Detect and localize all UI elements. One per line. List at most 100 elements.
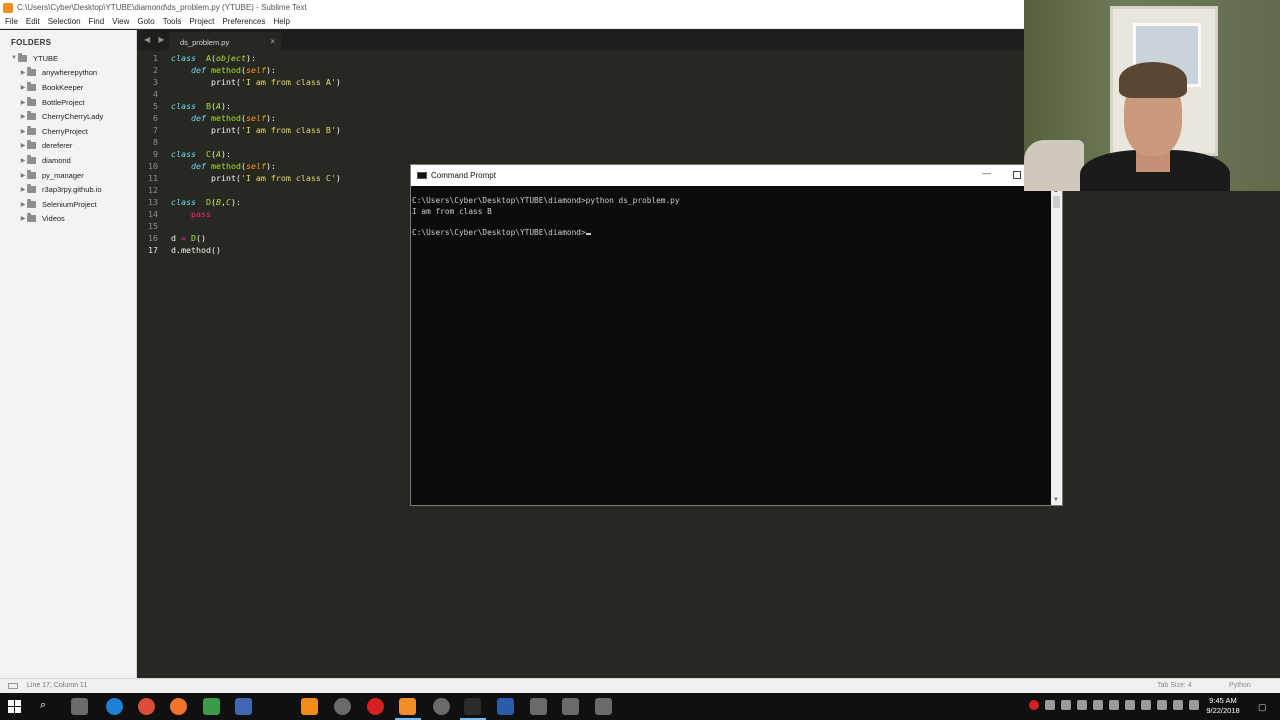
collapsed-arrow-icon[interactable]: ▶ [19,157,27,164]
tree-item[interactable]: ▶ py_manager [0,168,136,183]
green-app-icon[interactable] [203,698,220,715]
tree-item[interactable]: ▶ Videos [0,212,136,227]
code-line[interactable]: 15 [137,220,171,232]
tray-icon[interactable] [1077,700,1087,710]
code-line[interactable]: 3 print('I am from class A') [137,76,341,88]
edge-icon[interactable] [106,698,123,715]
menu-tools[interactable]: Tools [163,17,182,26]
collapsed-arrow-icon[interactable]: ▶ [19,69,27,76]
red-record-icon[interactable] [367,698,384,715]
collapsed-arrow-icon[interactable]: ▶ [19,142,27,149]
vlc-icon[interactable] [301,698,318,715]
tray-icon[interactable] [1061,700,1071,710]
tray-icon[interactable] [1157,700,1167,710]
code-line[interactable]: 12 [137,184,171,196]
code-line[interactable]: 11 print('I am from class C') [137,172,341,184]
syntax-label[interactable]: Python [1229,682,1251,689]
menu-help[interactable]: Help [273,17,289,26]
chrome-icon[interactable] [138,698,155,715]
tree-root-ytube[interactable]: ▼ YTUBE [0,51,136,66]
app-arc-icon[interactable] [562,698,579,715]
code-line[interactable]: 8 [137,136,171,148]
tray-icon[interactable] [1141,700,1151,710]
tree-item[interactable]: ▶ dereferer [0,139,136,154]
windows-start-icon[interactable] [8,700,22,714]
code-line[interactable]: 14 pass [137,208,211,220]
collapsed-arrow-icon[interactable]: ▶ [19,113,27,120]
code-line[interactable]: 1 class A(object): [137,52,256,64]
minimize-icon[interactable]: — [982,168,991,178]
scroll-down-icon[interactable]: ▼ [1053,497,1059,503]
search-icon[interactable]: ⌕ [40,699,46,712]
tray-icon[interactable] [1125,700,1135,710]
blue-app-icon[interactable] [235,698,252,715]
expand-arrow-icon[interactable]: ▼ [10,55,18,61]
sublime-icon[interactable] [399,698,416,715]
cmd-icon[interactable] [464,698,481,715]
code-line[interactable]: 6 def method(self): [137,112,276,124]
code-line[interactable]: 2 def method(self): [137,64,276,76]
close-icon[interactable]: × [270,37,275,46]
task-view-icon[interactable] [71,698,88,715]
collapsed-arrow-icon[interactable]: ▶ [19,84,27,91]
tray-icon[interactable] [1173,700,1183,710]
tray-icon[interactable] [1093,700,1103,710]
collapsed-arrow-icon[interactable]: ▶ [19,172,27,179]
tray-icon[interactable] [1045,700,1055,710]
tree-item[interactable]: ▶ SeleniumProject [0,197,136,212]
app-globe-icon[interactable] [433,698,450,715]
db-icon[interactable] [530,698,547,715]
notifications-icon[interactable]: ▢ [1258,702,1267,713]
status-bar: Line 17, Column 11 Tab Size: 4 Python [0,678,1280,693]
tree-item[interactable]: ▶ BookKeeper [0,80,136,95]
tree-item[interactable]: ▶ BottleProject [0,95,136,110]
menu-project[interactable]: Project [189,17,214,26]
system-clock[interactable]: 9:45 AM 9/22/2018 [1199,696,1247,716]
code-line[interactable]: 10 def method(self): [137,160,276,172]
collapsed-arrow-icon[interactable]: ▶ [19,215,27,222]
code-line[interactable]: 7 print('I am from class B') [137,124,341,136]
line-number: 5 [153,101,158,111]
tray-icon[interactable] [1029,700,1039,710]
menu-goto[interactable]: Goto [137,17,154,26]
menu-selection[interactable]: Selection [48,17,81,26]
tray-icon[interactable] [1109,700,1119,710]
cmd-scrollbar[interactable]: ▲ ▼ [1051,186,1062,505]
powershell-icon[interactable] [497,698,514,715]
tab-nav-arrows-icon[interactable]: ◀ ▶ [144,35,168,44]
menu-preferences[interactable]: Preferences [222,17,265,26]
panel-toggle-icon[interactable] [8,683,18,689]
collapsed-arrow-icon[interactable]: ▶ [19,201,27,208]
menu-edit[interactable]: Edit [26,17,40,26]
code-line[interactable]: 4 [137,88,171,100]
collapsed-arrow-icon[interactable]: ▶ [19,99,27,106]
command-prompt-window[interactable]: Command Prompt — C:\Users\Cyber\Desktop\… [410,164,1063,506]
tree-item[interactable]: ▶ CherryProject [0,124,136,139]
tree-item[interactable]: ▶ diamond [0,153,136,168]
tree-item[interactable]: ▶ r3ap3rpy.github.io [0,182,136,197]
collapsed-arrow-icon[interactable]: ▶ [19,186,27,193]
cmd-output[interactable]: C:\Users\Cyber\Desktop\YTUBE\diamond>pyt… [411,186,1051,505]
code-line[interactable]: 5 class B(A): [137,100,231,112]
code-line[interactable]: 13 class D(B,C): [137,196,241,208]
app-bird-icon[interactable] [595,698,612,715]
menu-find[interactable]: Find [89,17,105,26]
app-circle-icon[interactable] [334,698,351,715]
code-line[interactable]: 9 class C(A): [137,148,231,160]
tree-item[interactable]: ▶ CherryCherryLady [0,109,136,124]
tab-ds-problem[interactable]: ds_problem.py × [169,32,281,51]
tree-item[interactable]: ▶ anywherepython [0,66,136,81]
scroll-thumb[interactable] [1053,196,1060,208]
collapsed-arrow-icon[interactable]: ▶ [19,128,27,135]
webcam-chair [1024,140,1084,191]
menu-view[interactable]: View [112,17,129,26]
cmd-title-bar[interactable]: Command Prompt — [411,165,1062,186]
code-line[interactable]: 16 d = D() [137,232,206,244]
tab-size[interactable]: Tab Size: 4 [1157,682,1192,689]
menu-file[interactable]: File [5,17,18,26]
firefox-icon[interactable] [170,698,187,715]
maximize-icon[interactable] [1013,171,1021,179]
code-token: pass [190,209,211,219]
code-line[interactable]: 17 d.method() [137,244,221,256]
tray-icon[interactable] [1189,700,1199,710]
